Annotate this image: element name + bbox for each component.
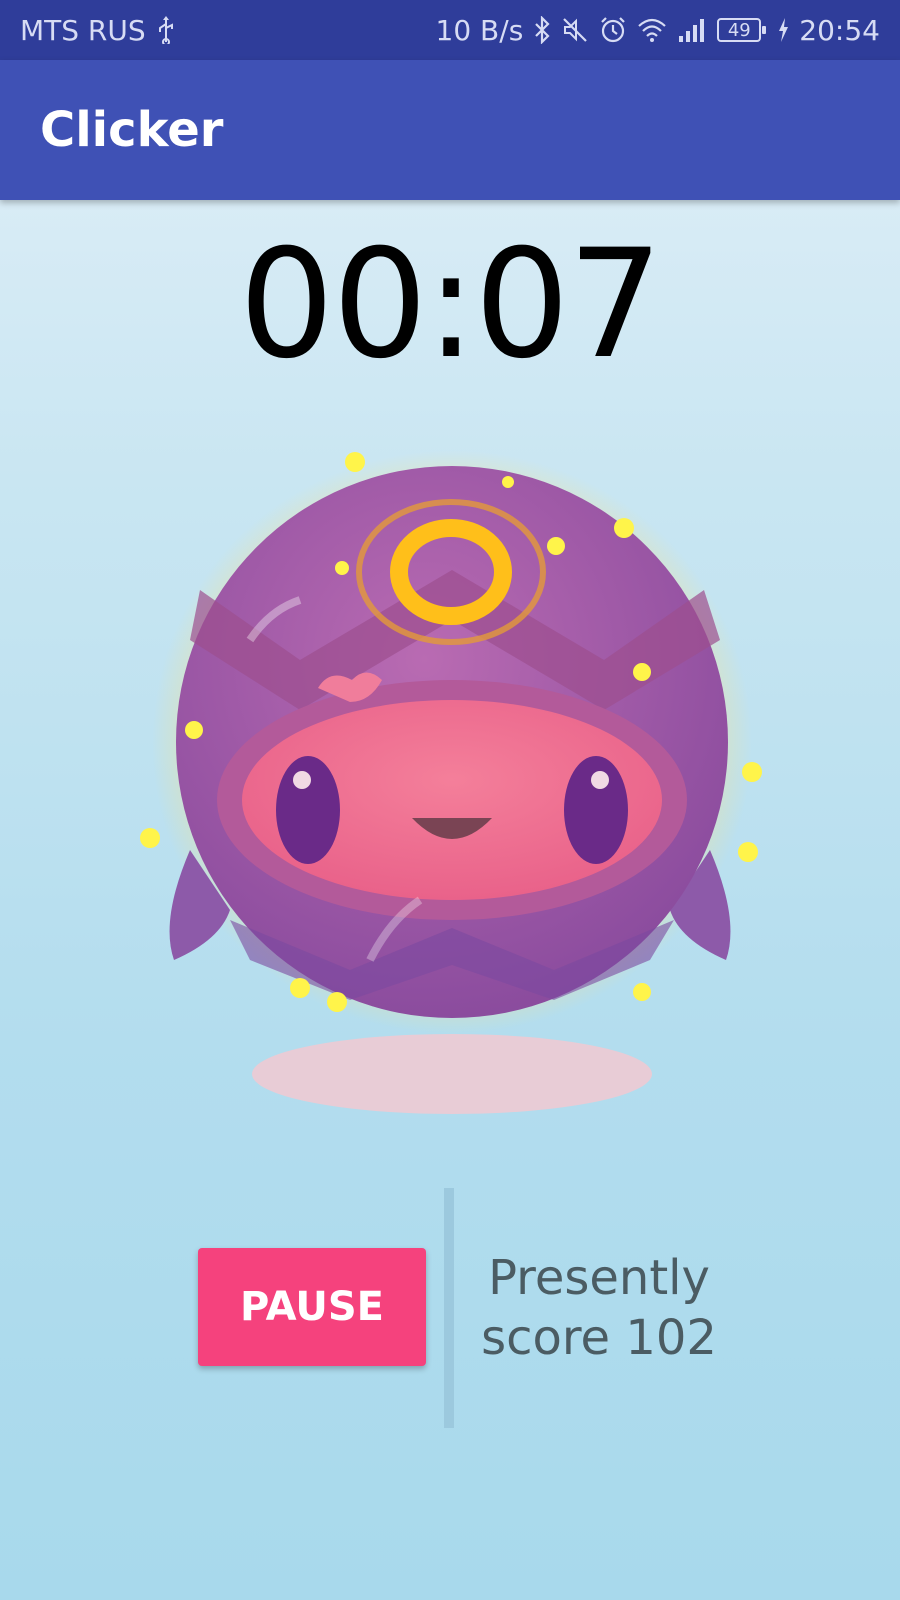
score-display: Presently score 102 bbox=[474, 1248, 724, 1368]
status-bar-left: MTS RUS bbox=[20, 14, 176, 47]
wifi-icon bbox=[637, 16, 667, 44]
battery-level: 49 bbox=[727, 19, 751, 41]
score-value: 102 bbox=[625, 1310, 717, 1366]
character-shadow bbox=[252, 1034, 652, 1114]
clock: 20:54 bbox=[799, 13, 880, 47]
carrier-name: MTS RUS bbox=[20, 13, 146, 47]
mute-icon bbox=[561, 16, 589, 44]
signal-icon bbox=[677, 16, 707, 44]
score-label: Presently bbox=[488, 1250, 710, 1306]
alarm-icon bbox=[599, 16, 627, 44]
battery-icon: 49 bbox=[717, 18, 767, 42]
charging-icon bbox=[777, 17, 789, 43]
character-left-eye bbox=[276, 756, 340, 864]
vertical-divider bbox=[444, 1188, 454, 1428]
status-bar-right: 10 B/s 49 20:54 bbox=[436, 14, 880, 47]
pause-button[interactable]: PAUSE bbox=[198, 1248, 426, 1366]
app-title: Clicker bbox=[40, 102, 224, 158]
usb-icon bbox=[156, 16, 176, 44]
status-bar: MTS RUS 10 B/s 49 20:54 bbox=[0, 0, 900, 60]
app-bar: Clicker bbox=[0, 60, 900, 200]
timer-display: 00:07 bbox=[238, 218, 663, 392]
bluetooth-icon bbox=[533, 16, 551, 44]
clicker-character[interactable] bbox=[130, 440, 790, 1140]
score-prefix: score bbox=[481, 1310, 611, 1366]
network-speed: 10 B/s bbox=[435, 13, 524, 47]
score-line: score 102 bbox=[474, 1308, 724, 1368]
